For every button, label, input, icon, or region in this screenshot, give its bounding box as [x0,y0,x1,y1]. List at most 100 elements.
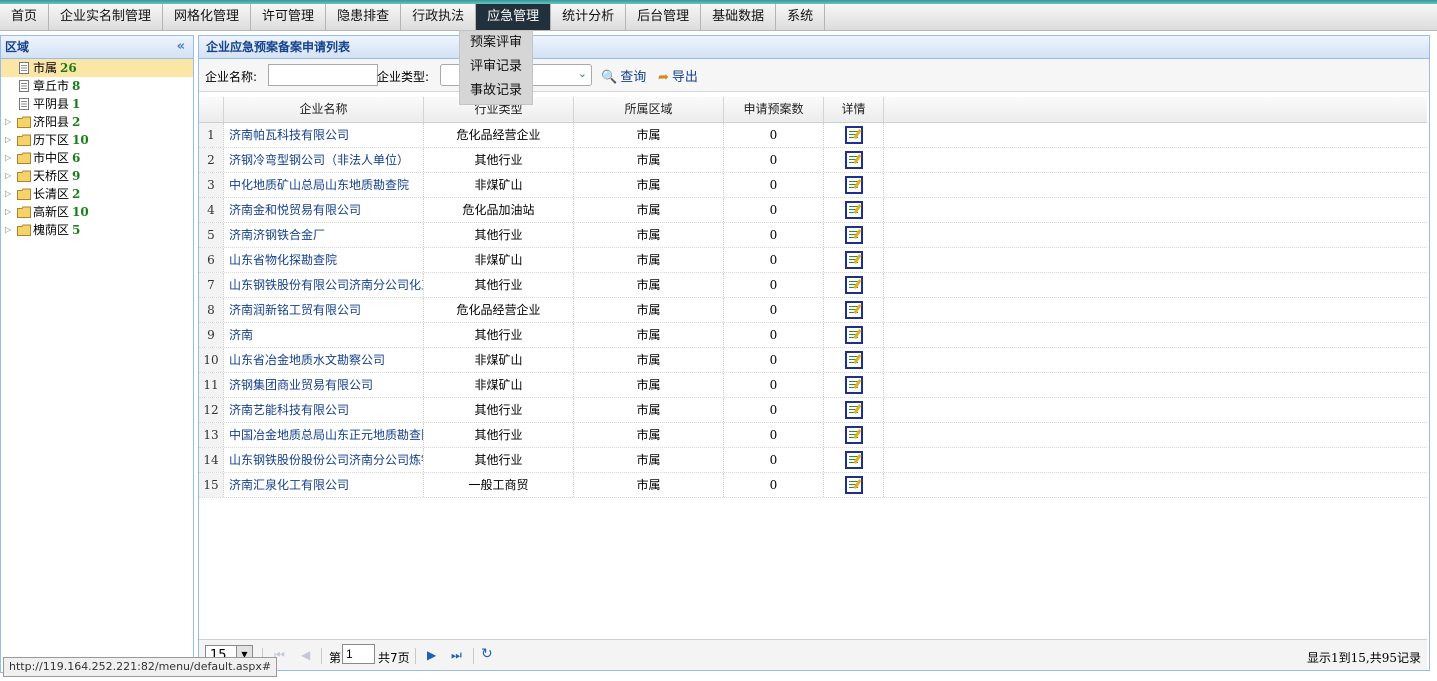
table-row[interactable]: 10 山东省冶金地质水文勘察公司 非煤矿山 市属 0 [199,348,1427,373]
grid-body: 1 济南帕瓦科技有限公司 危化品经营企业 市属 0 2 济钢冷弯型钢公司（非法人单位） 其他行… [199,123,1427,498]
nav-item[interactable]: 隐患排查 [326,4,402,30]
tree-node[interactable]: ▷ 天桥区 9 [1,167,193,185]
detail-cell [824,373,884,397]
column-header-area[interactable]: 所属区域 [574,97,724,122]
plan-count-cell: 0 [724,423,824,447]
nav-item[interactable]: 系统 [776,4,826,30]
table-row[interactable]: 12 济南艺能科技有限公司 其他行业 市属 0 [199,398,1427,423]
edit-detail-icon[interactable] [844,326,863,344]
table-row[interactable]: 3 中化地质矿山总局山东地质勘查院 非煤矿山 市属 0 [199,173,1427,198]
company-name-link[interactable]: 济南润新铭工贸有限公司 [224,298,424,322]
nav-item[interactable]: 后台管理 [626,4,702,30]
row-number: 5 [199,223,224,247]
edit-detail-icon[interactable] [844,376,863,394]
edit-detail-icon[interactable] [844,276,863,294]
double-chevron-left-icon[interactable]: « [177,36,185,58]
nav-item[interactable]: 企业实名制管理 [49,4,164,30]
company-name-link[interactable]: 济南 [224,323,424,347]
region-count: 2 [72,187,81,201]
column-header-detail[interactable]: 详情 [824,97,884,122]
folder-icon [17,188,31,200]
table-row[interactable]: 8 济南润新铭工贸有限公司 危化品经营企业 市属 0 [199,298,1427,323]
tree-node[interactable]: ▷ 市中区 6 [1,149,193,167]
edit-detail-icon[interactable] [844,451,863,469]
region-name: 高新区 [33,205,70,219]
tree-node[interactable]: 市属 26 [1,59,193,77]
edit-detail-icon[interactable] [844,201,863,219]
table-row[interactable]: 2 济钢冷弯型钢公司（非法人单位） 其他行业 市属 0 [199,148,1427,173]
nav-item[interactable]: 网格化管理 [163,4,252,30]
table-row[interactable]: 6 山东省物化探勘查院 非煤矿山 市属 0 [199,248,1427,273]
nav-item[interactable]: 许可管理 [251,4,327,30]
table-row[interactable]: 15 济南汇泉化工有限公司 一般工商贸 市属 0 [199,473,1427,498]
edit-detail-icon[interactable] [844,176,863,194]
tree-node-label: 济阳县 2 [33,113,80,131]
expand-arrow-icon[interactable]: ▷ [5,167,15,185]
table-row[interactable]: 11 济钢集团商业贸易有限公司 非煤矿山 市属 0 [199,373,1427,398]
company-name-link[interactable]: 济南汇泉化工有限公司 [224,473,424,497]
table-row[interactable]: 7 山东钢铁股份有限公司济南分公司化工 其他行业 市属 0 [199,273,1427,298]
edit-detail-icon[interactable] [844,476,863,494]
tree-node[interactable]: ▷ 济阳县 2 [1,113,193,131]
company-name-link[interactable]: 山东省冶金地质水文勘察公司 [224,348,424,372]
company-name-input[interactable] [268,64,378,86]
nav-item[interactable]: 基础数据 [701,4,777,30]
tree-node[interactable]: ▷ 高新区 10 [1,203,193,221]
company-name-link[interactable]: 济南艺能科技有限公司 [224,398,424,422]
export-button[interactable]: ➦ 导出 [658,66,698,85]
table-row[interactable]: 5 济南济钢铁合金厂 其他行业 市属 0 [199,223,1427,248]
tree-node[interactable]: ▷ 槐荫区 5 [1,221,193,239]
expand-arrow-icon[interactable]: ▷ [5,131,15,149]
company-name-link[interactable]: 济钢集团商业贸易有限公司 [224,373,424,397]
edit-detail-icon[interactable] [844,126,863,144]
company-name-link[interactable]: 济南济钢铁合金厂 [224,223,424,247]
edit-detail-icon[interactable] [844,226,863,244]
tree-node[interactable]: ▷ 长清区 2 [1,185,193,203]
next-page-icon[interactable]: ▶ [427,648,436,662]
expand-arrow-icon[interactable]: ▷ [5,185,15,203]
expand-arrow-icon[interactable]: ▷ [5,221,15,239]
table-row[interactable]: 4 济南金和悦贸易有限公司 危化品加油站 市属 0 [199,198,1427,223]
edit-detail-icon[interactable] [844,251,863,269]
table-row[interactable]: 14 山东钢铁股份股份公司济南分公司炼铁厂 其他行业 市属 0 [199,448,1427,473]
nav-item[interactable]: 统计分析 [551,4,627,30]
edit-detail-icon[interactable] [844,151,863,169]
edit-detail-icon[interactable] [844,351,863,369]
company-name-link[interactable]: 中国冶金地质总局山东正元地质勘查院 [224,423,424,447]
search-button[interactable]: 🔍 查询 [601,66,646,85]
nav-item[interactable]: 行政执法 [401,4,477,30]
column-header-count[interactable]: 申请预案数 [724,97,824,122]
row-number: 14 [199,448,224,472]
company-name-link[interactable]: 中化地质矿山总局山东地质勘查院 [224,173,424,197]
refresh-icon[interactable]: ↻ [481,646,493,662]
edit-detail-icon[interactable] [844,401,863,419]
expand-arrow-icon[interactable]: ▷ [5,203,15,221]
edit-detail-icon[interactable] [844,301,863,319]
company-name-link[interactable]: 济南帕瓦科技有限公司 [224,123,424,147]
page-number-input[interactable] [342,644,375,664]
company-name-link[interactable]: 山东省物化探勘查院 [224,248,424,272]
company-name-link[interactable]: 山东钢铁股份有限公司济南分公司化工 [224,273,424,297]
region-name: 槐荫区 [33,223,70,237]
nav-item[interactable]: 首页 [0,4,50,30]
dropdown-menu-item[interactable]: 事故记录 [460,79,532,103]
expand-arrow-icon[interactable]: ▷ [5,149,15,167]
expand-arrow-icon[interactable]: ▷ [5,113,15,131]
tree-node[interactable]: 平阴县 1 [1,95,193,113]
company-name-link[interactable]: 济钢冷弯型钢公司（非法人单位） [224,148,424,172]
table-row[interactable]: 1 济南帕瓦科技有限公司 危化品经营企业 市属 0 [199,123,1427,148]
column-header-name[interactable]: 企业名称 [224,97,424,122]
table-row[interactable]: 9 济南 其他行业 市属 0 [199,323,1427,348]
nav-item[interactable]: 应急管理 [476,4,552,30]
last-page-icon[interactable]: ⏭ [451,648,462,663]
company-name-link[interactable]: 山东钢铁股份股份公司济南分公司炼铁厂 [224,448,424,472]
dropdown-menu-item[interactable]: 预案评审 [460,31,532,55]
edit-detail-icon[interactable] [844,426,863,444]
prev-page-icon[interactable]: ◀ [301,648,310,662]
company-name-link[interactable]: 济南金和悦贸易有限公司 [224,198,424,222]
row-number-header [199,97,224,122]
tree-node[interactable]: 章丘市 8 [1,77,193,95]
tree-node[interactable]: ▷ 历下区 10 [1,131,193,149]
dropdown-menu-item[interactable]: 评审记录 [460,55,532,79]
table-row[interactable]: 13 中国冶金地质总局山东正元地质勘查院 其他行业 市属 0 [199,423,1427,448]
